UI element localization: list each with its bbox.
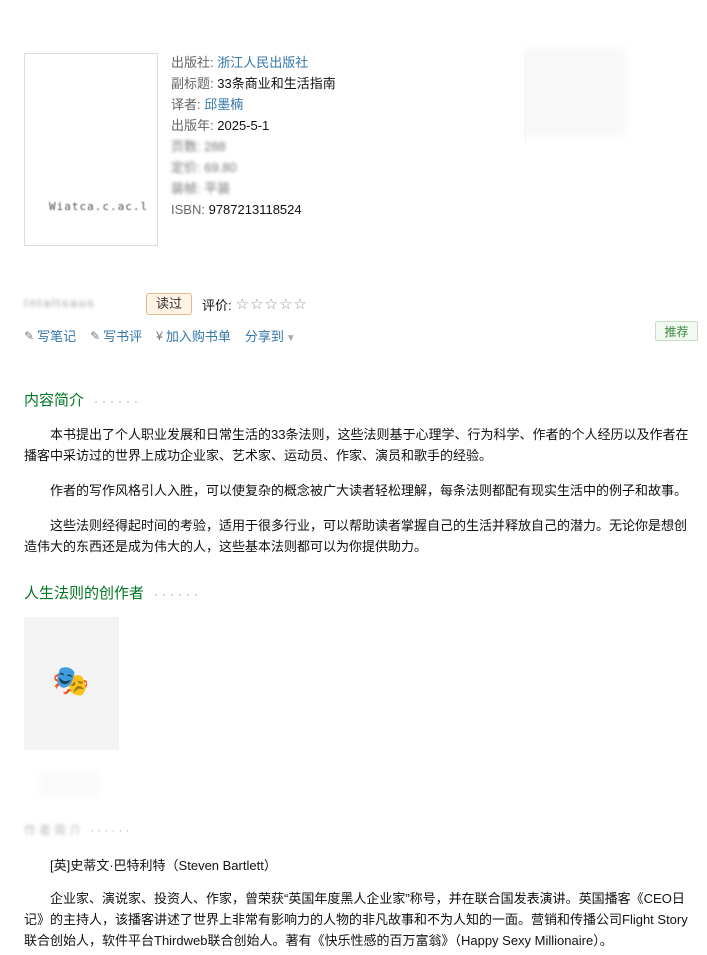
price-row: 定价: 69.80	[171, 160, 237, 175]
pages-row: 页数: 288	[171, 139, 226, 154]
book-info: 出版社: 浙江人民出版社 副标题: 33条商业和生活指南 译者: 邱墨楠 出版年…	[171, 52, 521, 220]
publisher-row: 出版社: 浙江人民出版社	[171, 52, 521, 73]
subtitle-label: 副标题:	[171, 76, 214, 91]
isbn-label: ISBN:	[171, 202, 205, 217]
subtitle-row: 副标题: 33条商业和生活指南	[171, 73, 521, 94]
isbn-row: ISBN: 9787213118524	[171, 199, 521, 220]
translator-label: 译者:	[171, 97, 201, 112]
intro-title: 内容简介	[24, 392, 85, 409]
binding-row: 装帧: 平装	[171, 181, 231, 196]
theater-mask-icon: 🎭	[52, 665, 90, 698]
intro-dots: ······	[94, 394, 142, 408]
write-note-label: 写笔记	[37, 329, 77, 344]
write-note-button[interactable]: ✎ 写笔记	[24, 326, 76, 345]
publisher-label: 出版社:	[171, 55, 214, 70]
author-name-line: [英]史蒂文·巴特利特（Steven Bartlett）	[50, 858, 277, 873]
intro-content: 本书提出了个人职业发展和日常生活的33条法则，这些法则基于心理学、行为科学、作者…	[24, 424, 689, 557]
book-cover[interactable]: Wiatca.c.ac.l	[24, 53, 158, 246]
translator-link[interactable]: 邱墨楠	[204, 97, 243, 112]
publisher-link[interactable]: 浙江人民出版社	[217, 55, 308, 70]
isbn-value: 9787213118524	[208, 202, 302, 217]
pencil-icon: ✎	[24, 328, 35, 343]
yen-icon: ¥	[156, 328, 163, 343]
intro-paragraph: 本书提出了个人职业发展和日常生活的33条法则，这些法则基于心理学、行为科学、作者…	[24, 427, 689, 463]
rating-summary-box	[524, 48, 626, 136]
chevron-down-icon: ▼	[285, 333, 296, 344]
pubdate-row: 出版年: 2025-5-1	[171, 115, 521, 136]
author-bio: 企业家、演说家、投资人、作家，曾荣获“英国年度黑人企业家”称号，并在联合国发表演…	[24, 891, 688, 948]
recommend-button[interactable]: 推荐	[655, 321, 698, 341]
share-button[interactable]: 分享到 ▼	[245, 326, 296, 345]
rating-stars[interactable]: ☆☆☆☆☆	[236, 295, 308, 313]
author-intro-dots: ······	[90, 823, 133, 837]
status-row: Intaltsaus 读过 评价: ☆☆☆☆☆	[24, 292, 308, 316]
read-button[interactable]: 读过	[146, 293, 193, 315]
rating-label: 评价:	[202, 297, 232, 313]
author-intro-title: 作者简介	[24, 823, 85, 837]
pencil-icon: ✎	[90, 328, 101, 343]
pubdate-label: 出版年:	[171, 118, 214, 133]
subtitle-value: 33条商业和生活指南	[217, 76, 336, 91]
creator-title: 人生法则的创作者	[24, 585, 145, 602]
share-label: 分享到	[244, 329, 284, 344]
author-intro-heading: 作者简介 ······	[24, 821, 132, 838]
add-to-cart-label: 加入购书单	[165, 329, 231, 344]
want-read-button[interactable]: Intaltsaus	[24, 296, 134, 312]
intro-heading: 内容简介 ······	[24, 389, 142, 410]
author-name-blurred[interactable]	[40, 770, 100, 798]
add-to-cart-button[interactable]: ¥ 加入购书单	[156, 326, 231, 345]
cover-title-text: Wiatca.c.ac.l	[49, 200, 149, 213]
translator-row: 译者: 邱墨楠	[171, 94, 521, 115]
intro-paragraph: 这些法则经得起时间的考验，适用于很多行业，可以帮助读者掌握自己的生活并释放自己的…	[24, 518, 688, 554]
creator-heading: 人生法则的创作者 ······	[24, 582, 202, 603]
action-bar: ✎ 写笔记 ✎ 写书评 ¥ 加入购书单 分享到 ▼	[24, 326, 296, 345]
author-intro-content: [英]史蒂文·巴特利特（Steven Bartlett） 企业家、演说家、投资人…	[24, 855, 689, 951]
intro-paragraph: 作者的写作风格引人入胜，可以使复杂的概念被广大读者轻松理解，每条法则都配有现实生…	[50, 483, 688, 498]
write-review-label: 写书评	[103, 329, 143, 344]
pubdate-value: 2025-5-1	[217, 118, 270, 133]
creator-dots: ······	[154, 587, 202, 601]
write-review-button[interactable]: ✎ 写书评	[90, 326, 142, 345]
